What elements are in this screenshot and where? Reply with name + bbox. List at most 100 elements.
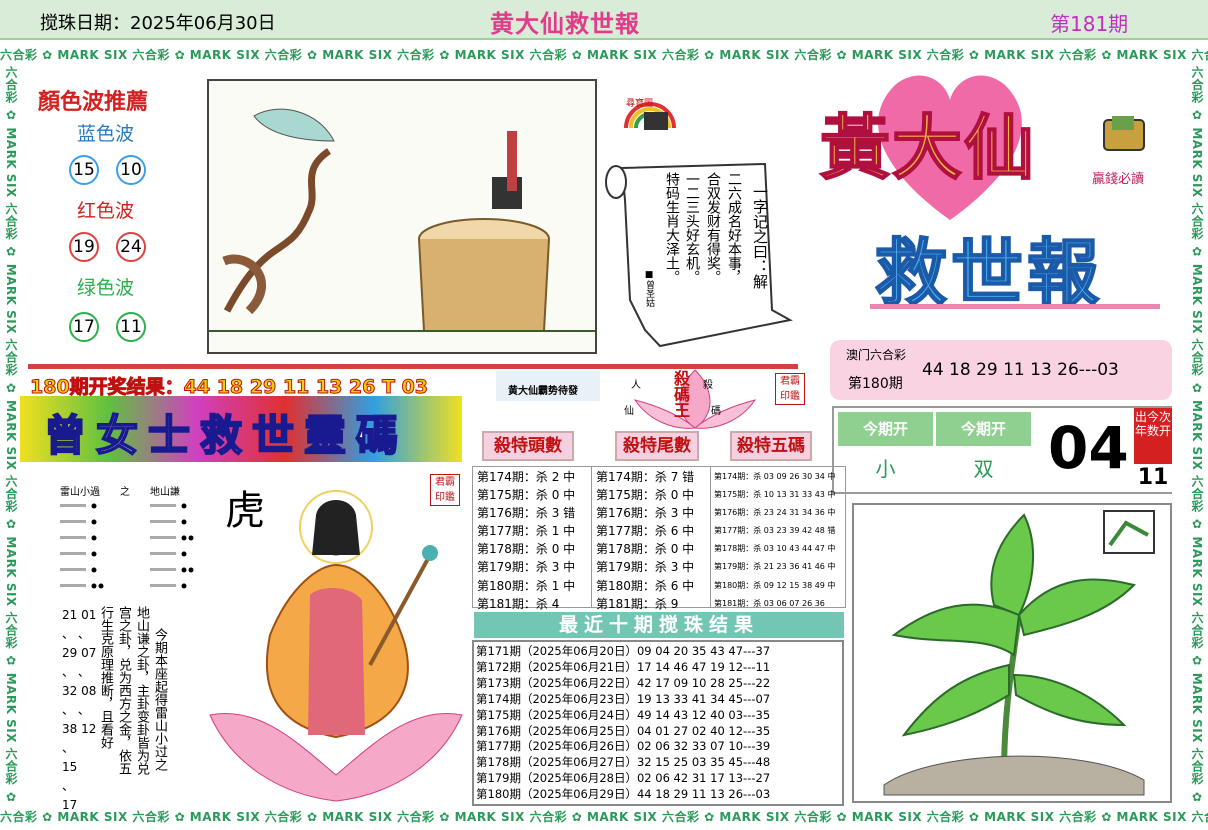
rainbow-banner: 曾女士救世靈碼 — [20, 396, 462, 462]
draw-date: 搅珠日期：2025年06月30日 — [40, 13, 276, 34]
big-number: 04 — [1048, 414, 1129, 482]
this-issue-panel: 今期开 今期开 小 双 04 出今次年数开 11 — [832, 406, 1172, 494]
table-row: 第176期：杀 23 24 31 34 36 中 — [714, 508, 836, 518]
list-item: 29 07 — [62, 646, 97, 660]
list-item: 第175期（2025年06月24日）49 14 43 12 40 03---35 — [476, 707, 771, 722]
color-wave-title: 顏色波推薦 — [38, 90, 149, 115]
table-row: 第177期：杀 03 23 39 42 48 错 — [714, 526, 836, 536]
money-icon — [1100, 112, 1148, 156]
gua-text-3: 宫之卦，兑为西方之金，依五 — [116, 606, 131, 775]
list-item: 第176期（2025年06月25日）04 01 27 02 40 12---35 — [476, 723, 771, 738]
riddle-line-5: 特码生肖大泽土。 — [664, 172, 680, 284]
border-left: 六合彩 ✿ MARK SIX 六合彩 ✿ MARK SIX 六合彩 ✿ MARK… — [0, 66, 22, 806]
list-item: 第172期（2025年06月21日）17 14 46 47 19 12---11 — [476, 659, 771, 674]
treasure-map-badge: 尋寶圖 — [622, 84, 678, 136]
riddle-author: ■曾圣姑 — [644, 270, 654, 307]
table-row: 第180期：杀 6 中 — [596, 578, 695, 593]
logo-slogan: 贏錢必讀 — [1092, 172, 1145, 187]
gua-title: 雷山小過 之 地山謙 — [60, 487, 180, 498]
macau-numbers: 44 18 29 11 13 26---03 — [922, 360, 1119, 380]
gua-text-4: 行生克原理推断，且看好 — [98, 606, 113, 749]
list-item: 第173期（2025年06月22日）42 17 09 10 28 25---22 — [476, 675, 771, 690]
border-right: 六合彩 ✿ MARK SIX 六合彩 ✿ MARK SIX 六合彩 ✿ MARK… — [1186, 66, 1208, 806]
table-row: 第176期：杀 3 错 — [477, 506, 576, 521]
table-row: 第181期：杀 03 06 07 26 36 — [714, 598, 825, 608]
table-row: 第179期：杀 21 23 36 41 46 中 — [714, 562, 836, 572]
lotus-word: 人 — [631, 380, 641, 391]
logo-main: 黃大仙 — [819, 106, 1036, 190]
table-row: 第175期：杀 0 中 — [596, 488, 695, 503]
kill-tail-list: 第174期：杀 7 错 第175期：杀 0 中 第176期：杀 3 中 第177… — [596, 468, 694, 613]
recent-title: 最近十期搅珠结果 — [474, 612, 844, 638]
table-row: 第174期：杀 7 错 — [596, 470, 695, 484]
gua-numbers: 21 01 、 、 29 07 、 、 32 08 、 、 38 12 、 15… — [62, 606, 96, 815]
table-row: 第178期：杀 0 中 — [477, 542, 576, 557]
banner-text: 曾女士救世靈碼 — [43, 410, 409, 461]
kill-king: 殺碼王 — [671, 370, 690, 418]
green-wave-label: 绿色波 — [77, 277, 135, 299]
kill-head-list: 第174期：杀 2 中 第175期：杀 0 中 第176期：杀 3 错 第177… — [477, 468, 575, 613]
list-item: 17 — [62, 798, 78, 812]
logo-underline — [870, 304, 1160, 309]
table-row: 第175期：杀 10 13 31 33 43 中 — [714, 490, 836, 500]
red-ball: 24 — [116, 232, 146, 262]
list-item: 第180期（2025年06月29日）44 18 29 11 13 26---03 — [476, 787, 771, 802]
table-row: 第175期：杀 0 中 — [477, 488, 576, 503]
table-row: 第177期：杀 6 中 — [596, 524, 695, 539]
gua-text-1: 今期本座起得雷山小过之 — [152, 628, 167, 771]
plant-picture — [852, 503, 1172, 803]
list-item: 第174期（2025年06月23日）19 13 33 41 34 45---07 — [476, 691, 771, 706]
border-bottom: 六合彩 ✿ MARK SIX 六合彩 ✿ MARK SIX 六合彩 ✿ MARK… — [0, 810, 1208, 824]
list-item: 第179期（2025年06月28日）02 06 42 31 17 13---27 — [476, 771, 771, 786]
table-row: 第181期：杀 4 — [477, 596, 560, 611]
list-item: 21 01 — [62, 608, 97, 622]
seal-stamp: 君霸印鑑 — [775, 373, 805, 405]
lotus-word: 碼 — [711, 406, 721, 417]
kill-five-header: 殺特五碼 — [730, 431, 812, 461]
goddess-lotus-image — [209, 490, 463, 802]
table-row: 第178期：杀 03 10 43 44 47 中 — [714, 544, 836, 554]
blue-ball: 10 — [116, 155, 146, 185]
list-item: 、 、 — [62, 627, 90, 641]
side-label: 出今次年数开 — [1134, 408, 1172, 464]
macau-label: 澳门六合彩 — [846, 348, 907, 362]
page-title: 黄大仙救世報 — [490, 10, 640, 38]
macau-result: 澳门六合彩 第180期 44 18 29 11 13 26---03 — [830, 340, 1172, 400]
macau-issue: 第180期 — [848, 376, 903, 392]
list-item: 、 、 — [62, 665, 90, 679]
red-wave-label: 红色波 — [77, 200, 135, 222]
goddess-illustration — [200, 475, 472, 807]
riddle-line-1: 一字记之曰：解 — [751, 184, 769, 289]
size-value: 小 — [838, 448, 933, 490]
gua-text-2: 地山谦之卦，主卦变卦皆为兑 — [134, 606, 149, 775]
kill-five-list: 第174期：杀 03 09 26 30 34 中 第175期：杀 10 13 3… — [714, 468, 835, 613]
table-row: 第181期：杀 9 — [596, 596, 679, 611]
lotus-tag: 黄大仙霸势待發 — [508, 386, 578, 397]
table-row: 第174期：杀 03 09 26 30 34 中 — [714, 472, 836, 481]
green-ball: 17 — [69, 312, 99, 342]
list-item: 、 、 — [62, 703, 90, 717]
red-ball: 19 — [69, 232, 99, 262]
plant-illustration — [883, 510, 1155, 796]
side-number: 11 — [1134, 464, 1172, 492]
riddle-picture — [207, 79, 597, 354]
list-item: 38 12 — [62, 722, 97, 736]
riddle-line-3: 合双发财有得奖。 — [705, 172, 721, 284]
hexagram-lines — [60, 500, 220, 595]
blue-ball: 15 — [69, 155, 99, 185]
green-ball: 11 — [116, 312, 146, 342]
list-item: 第177期（2025年06月26日）02 06 32 33 07 10---39 — [476, 739, 771, 754]
riddle-line-2: 二六成名好本事， — [726, 172, 742, 284]
rainbow-icon — [624, 102, 676, 130]
lotus-graphic — [595, 360, 795, 430]
table-row: 第178期：杀 0 中 — [596, 542, 695, 557]
list-item: 第178期（2025年06月27日）32 15 25 03 35 45---48 — [476, 755, 771, 770]
list-item: 32 08 — [62, 684, 97, 698]
kill-tail-header: 殺特尾數 — [615, 431, 699, 461]
parity-value: 双 — [936, 448, 1031, 490]
table-row: 第174期：杀 2 中 — [477, 470, 576, 484]
this-issue-label: 今期开 — [936, 412, 1031, 446]
table-row: 第177期：杀 1 中 — [477, 524, 576, 539]
table-row: 第179期：杀 3 中 — [596, 560, 695, 575]
list-item: 、 — [62, 779, 75, 793]
